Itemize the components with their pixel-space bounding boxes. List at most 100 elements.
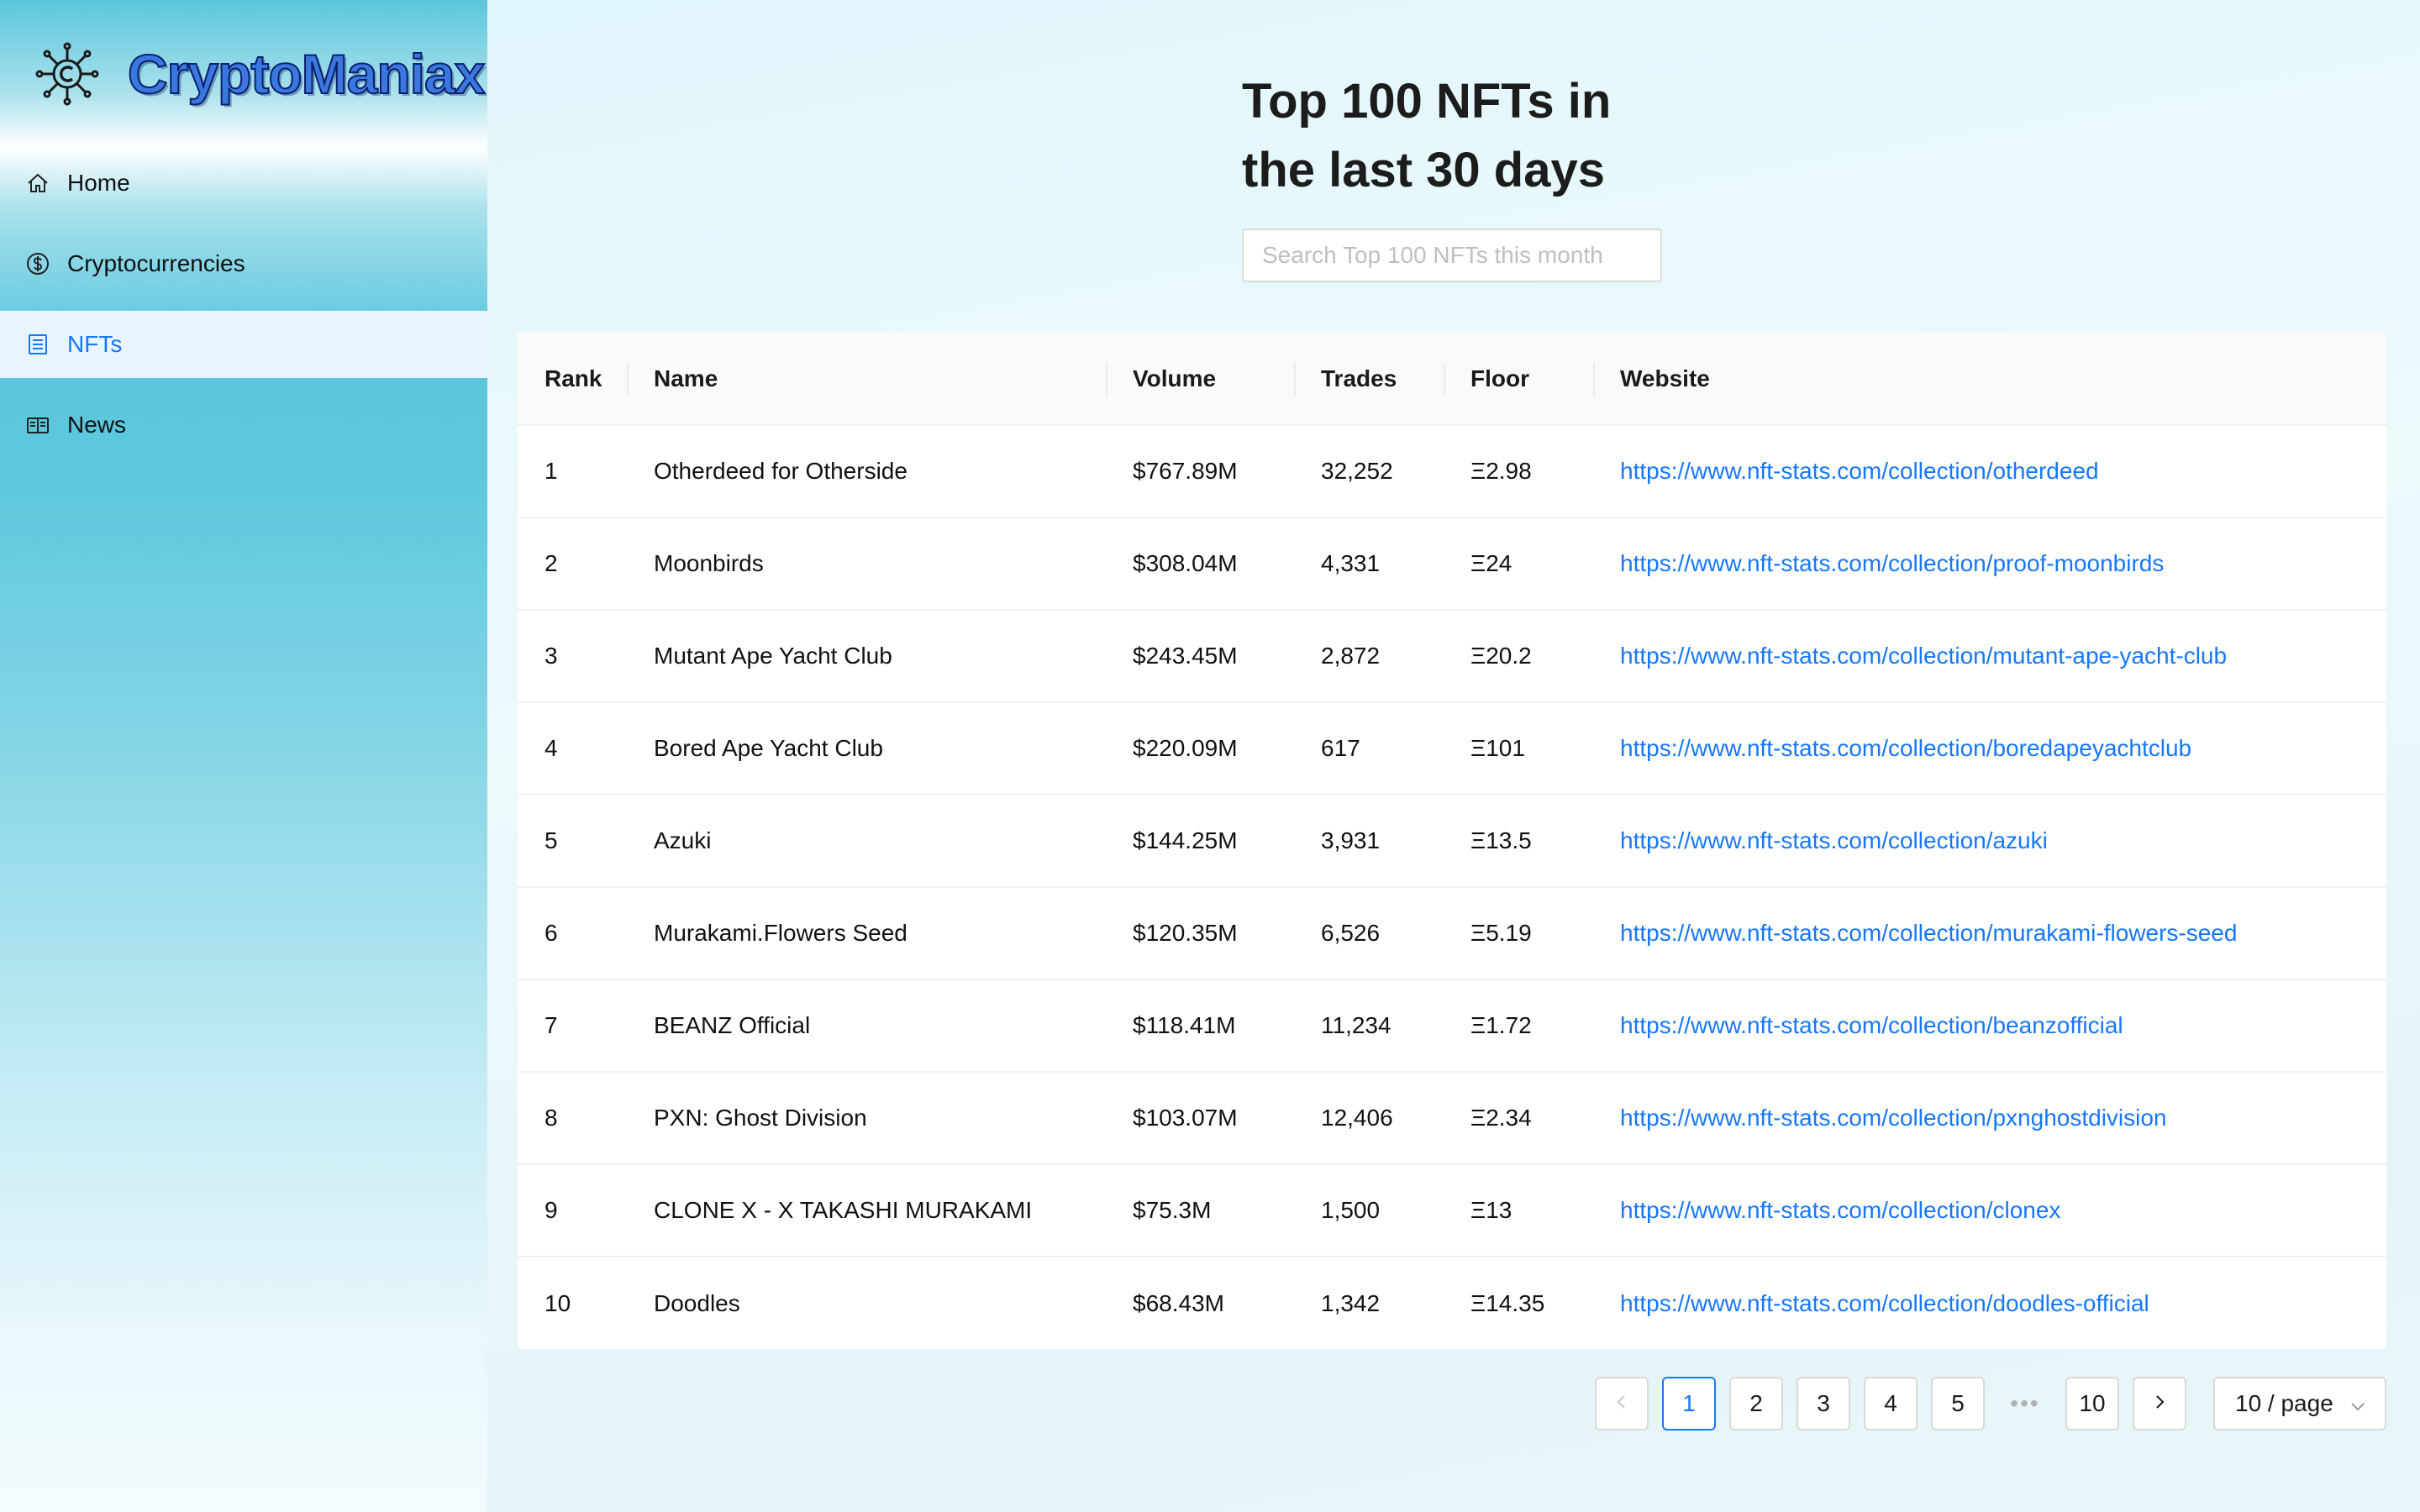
sidebar-item-news[interactable]: News: [0, 391, 487, 459]
page-button-4[interactable]: 4: [1864, 1377, 1918, 1431]
cell-website: https://www.nft-stats.com/collection/azu…: [1593, 795, 2386, 888]
website-link[interactable]: https://www.nft-stats.com/collection/azu…: [1620, 827, 2048, 853]
cell-website: https://www.nft-stats.com/collection/pxn…: [1593, 1072, 2386, 1165]
website-link[interactable]: https://www.nft-stats.com/collection/pxn…: [1620, 1105, 2167, 1131]
chevron-down-icon: [2348, 1395, 2368, 1415]
cell-name: Bored Ape Yacht Club: [627, 702, 1106, 795]
cell-trades: 1,500: [1294, 1164, 1444, 1257]
cell-volume: $103.07M: [1106, 1072, 1294, 1165]
cell-name: Murakami.Flowers Seed: [627, 887, 1106, 980]
dollar-circle-icon: [25, 251, 50, 276]
cell-website: https://www.nft-stats.com/collection/mur…: [1593, 887, 2386, 980]
cell-floor: Ξ13: [1444, 1164, 1593, 1257]
table-row[interactable]: 6 Murakami.Flowers Seed $120.35M 6,526 Ξ5.19…: [518, 887, 2386, 980]
page-size-select[interactable]: 10 / page: [2213, 1377, 2386, 1431]
column-header-website[interactable]: Website: [1593, 333, 2386, 426]
cell-name: Azuki: [627, 795, 1106, 888]
cell-floor: Ξ20.2: [1444, 610, 1593, 703]
website-link[interactable]: https://www.nft-stats.com/collection/bea…: [1620, 1012, 2123, 1038]
sidebar-item-label: Cryptocurrencies: [67, 250, 245, 276]
sidebar-item-label: News: [67, 412, 127, 438]
cell-volume: $308.04M: [1106, 517, 1294, 611]
list-icon: [25, 332, 50, 357]
website-link[interactable]: https://www.nft-stats.com/collection/mur…: [1620, 920, 2237, 946]
cell-trades: 12,406: [1294, 1072, 1444, 1165]
cell-rank: 9: [518, 1164, 627, 1257]
table-row[interactable]: 10 Doodles $68.43M 1,342 Ξ14.35 https://www.n…: [518, 1257, 2386, 1349]
cell-website: https://www.nft-stats.com/collection/doo…: [1593, 1257, 2386, 1349]
next-page-button[interactable]: [2133, 1377, 2186, 1431]
cell-trades: 32,252: [1294, 425, 1444, 518]
chevron-left-icon: [1612, 1390, 1631, 1417]
cell-website: https://www.nft-stats.com/collection/oth…: [1593, 425, 2386, 518]
page-button-3[interactable]: 3: [1797, 1377, 1850, 1431]
column-header-name[interactable]: Name: [627, 333, 1106, 426]
table-row[interactable]: 8 PXN: Ghost Division $103.07M 12,406 Ξ2.34 h…: [518, 1072, 2386, 1165]
pagination: 1 2 3 4 5 ••• 10 10 / page: [1595, 1376, 2386, 1431]
sidebar-item-label: Home: [67, 170, 130, 196]
book-icon: [25, 412, 50, 438]
cell-website: https://www.nft-stats.com/collection/clo…: [1593, 1164, 2386, 1257]
cell-name: Mutant Ape Yacht Club: [627, 610, 1106, 703]
home-icon: [25, 171, 50, 196]
sidebar-menu: Home Cryptocurrencies NFTs News: [0, 150, 487, 472]
column-header-trades[interactable]: Trades: [1294, 333, 1444, 426]
table-row[interactable]: 2 Moonbirds $308.04M 4,331 Ξ24 https://www.nf…: [518, 517, 2386, 611]
sidebar-item-home[interactable]: Home: [0, 150, 487, 217]
table-row[interactable]: 5 Azuki $144.25M 3,931 Ξ13.5 https://www.nft-…: [518, 795, 2386, 888]
website-link[interactable]: https://www.nft-stats.com/collection/oth…: [1620, 458, 2099, 484]
cell-website: https://www.nft-stats.com/collection/pro…: [1593, 517, 2386, 611]
cell-trades: 617: [1294, 702, 1444, 795]
column-header-rank[interactable]: Rank: [518, 333, 627, 426]
cell-trades: 4,331: [1294, 517, 1444, 611]
prev-page-button[interactable]: [1595, 1377, 1649, 1431]
cell-website: https://www.nft-stats.com/collection/mut…: [1593, 610, 2386, 703]
table-header-row: Rank Name Volume Trades Floor Website: [518, 333, 2386, 426]
brand[interactable]: CryptoManiax: [34, 39, 486, 109]
cell-name: PXN: Ghost Division: [627, 1072, 1106, 1165]
search-input[interactable]: [1242, 228, 1662, 282]
cell-floor: Ξ101: [1444, 702, 1593, 795]
cell-trades: 1,342: [1321, 1289, 1381, 1316]
brand-name[interactable]: CryptoManiax: [127, 42, 486, 106]
table-row[interactable]: 7 BEANZ Official $118.41M 11,234 Ξ1.72 https:…: [518, 979, 2386, 1073]
cell-floor: Ξ2.34: [1444, 1072, 1593, 1165]
page-button-10[interactable]: 10: [2065, 1377, 2119, 1431]
cell-volume: $68.43M: [1133, 1289, 1224, 1316]
table-row[interactable]: 3 Mutant Ape Yacht Club $243.45M 2,872 Ξ20.2…: [518, 610, 2386, 703]
website-link[interactable]: https://www.nft-stats.com/collection/clo…: [1620, 1197, 2060, 1223]
table-row[interactable]: 1 Otherdeed for Otherside $767.89M 32,252 Ξ2…: [518, 425, 2386, 518]
cell-rank: 5: [518, 795, 627, 888]
cell-floor: Ξ14.35: [1470, 1289, 1545, 1316]
table-row[interactable]: 9 CLONE X - X TAKASHI MURAKAMI $75.3M 1,500…: [518, 1164, 2386, 1257]
website-link[interactable]: https://www.nft-stats.com/collection/mut…: [1620, 643, 2227, 669]
website-link[interactable]: https://www.nft-stats.com/collection/bor…: [1620, 735, 2191, 761]
page-button-2[interactable]: 2: [1729, 1377, 1783, 1431]
website-link[interactable]: https://www.nft-stats.com/collection/doo…: [1620, 1290, 2149, 1316]
column-header-volume[interactable]: Volume: [1106, 333, 1294, 426]
website-link[interactable]: https://www.nft-stats.com/collection/pro…: [1620, 550, 2164, 576]
cell-name: CLONE X - X TAKASHI MURAKAMI: [627, 1164, 1106, 1257]
page-ellipsis[interactable]: •••: [1998, 1377, 2052, 1431]
sidebar-item-cryptocurrencies[interactable]: Cryptocurrencies: [0, 230, 487, 297]
chevron-right-icon: [2150, 1390, 2169, 1417]
column-header-floor[interactable]: Floor: [1444, 333, 1593, 426]
page-size-label: 10 / page: [2235, 1390, 2333, 1416]
cell-trades: 3,931: [1294, 795, 1444, 888]
cell-rank: 4: [518, 702, 627, 795]
cell-trades: 11,234: [1294, 979, 1444, 1073]
cell-rank: 8: [518, 1072, 627, 1165]
page-title-line1: Top 100 NFTs in: [1242, 74, 1612, 129]
page-button-1[interactable]: 1: [1662, 1377, 1716, 1431]
cell-volume: $767.89M: [1106, 425, 1294, 518]
cell-name: Moonbirds: [627, 517, 1106, 611]
sidebar-item-nfts[interactable]: NFTs: [0, 311, 487, 378]
cell-floor: Ξ2.98: [1444, 425, 1593, 518]
table-row[interactable]: 4 Bored Ape Yacht Club $220.09M 617 Ξ101 http…: [518, 702, 2386, 795]
cell-website: https://www.nft-stats.com/collection/bea…: [1593, 979, 2386, 1073]
sidebar-item-label: NFTs: [67, 331, 123, 357]
page-button-5[interactable]: 5: [1931, 1377, 1985, 1431]
cell-volume: $118.41M: [1106, 979, 1294, 1073]
cell-website: https://www.nft-stats.com/collection/bor…: [1593, 702, 2386, 795]
cell-volume: $220.09M: [1106, 702, 1294, 795]
